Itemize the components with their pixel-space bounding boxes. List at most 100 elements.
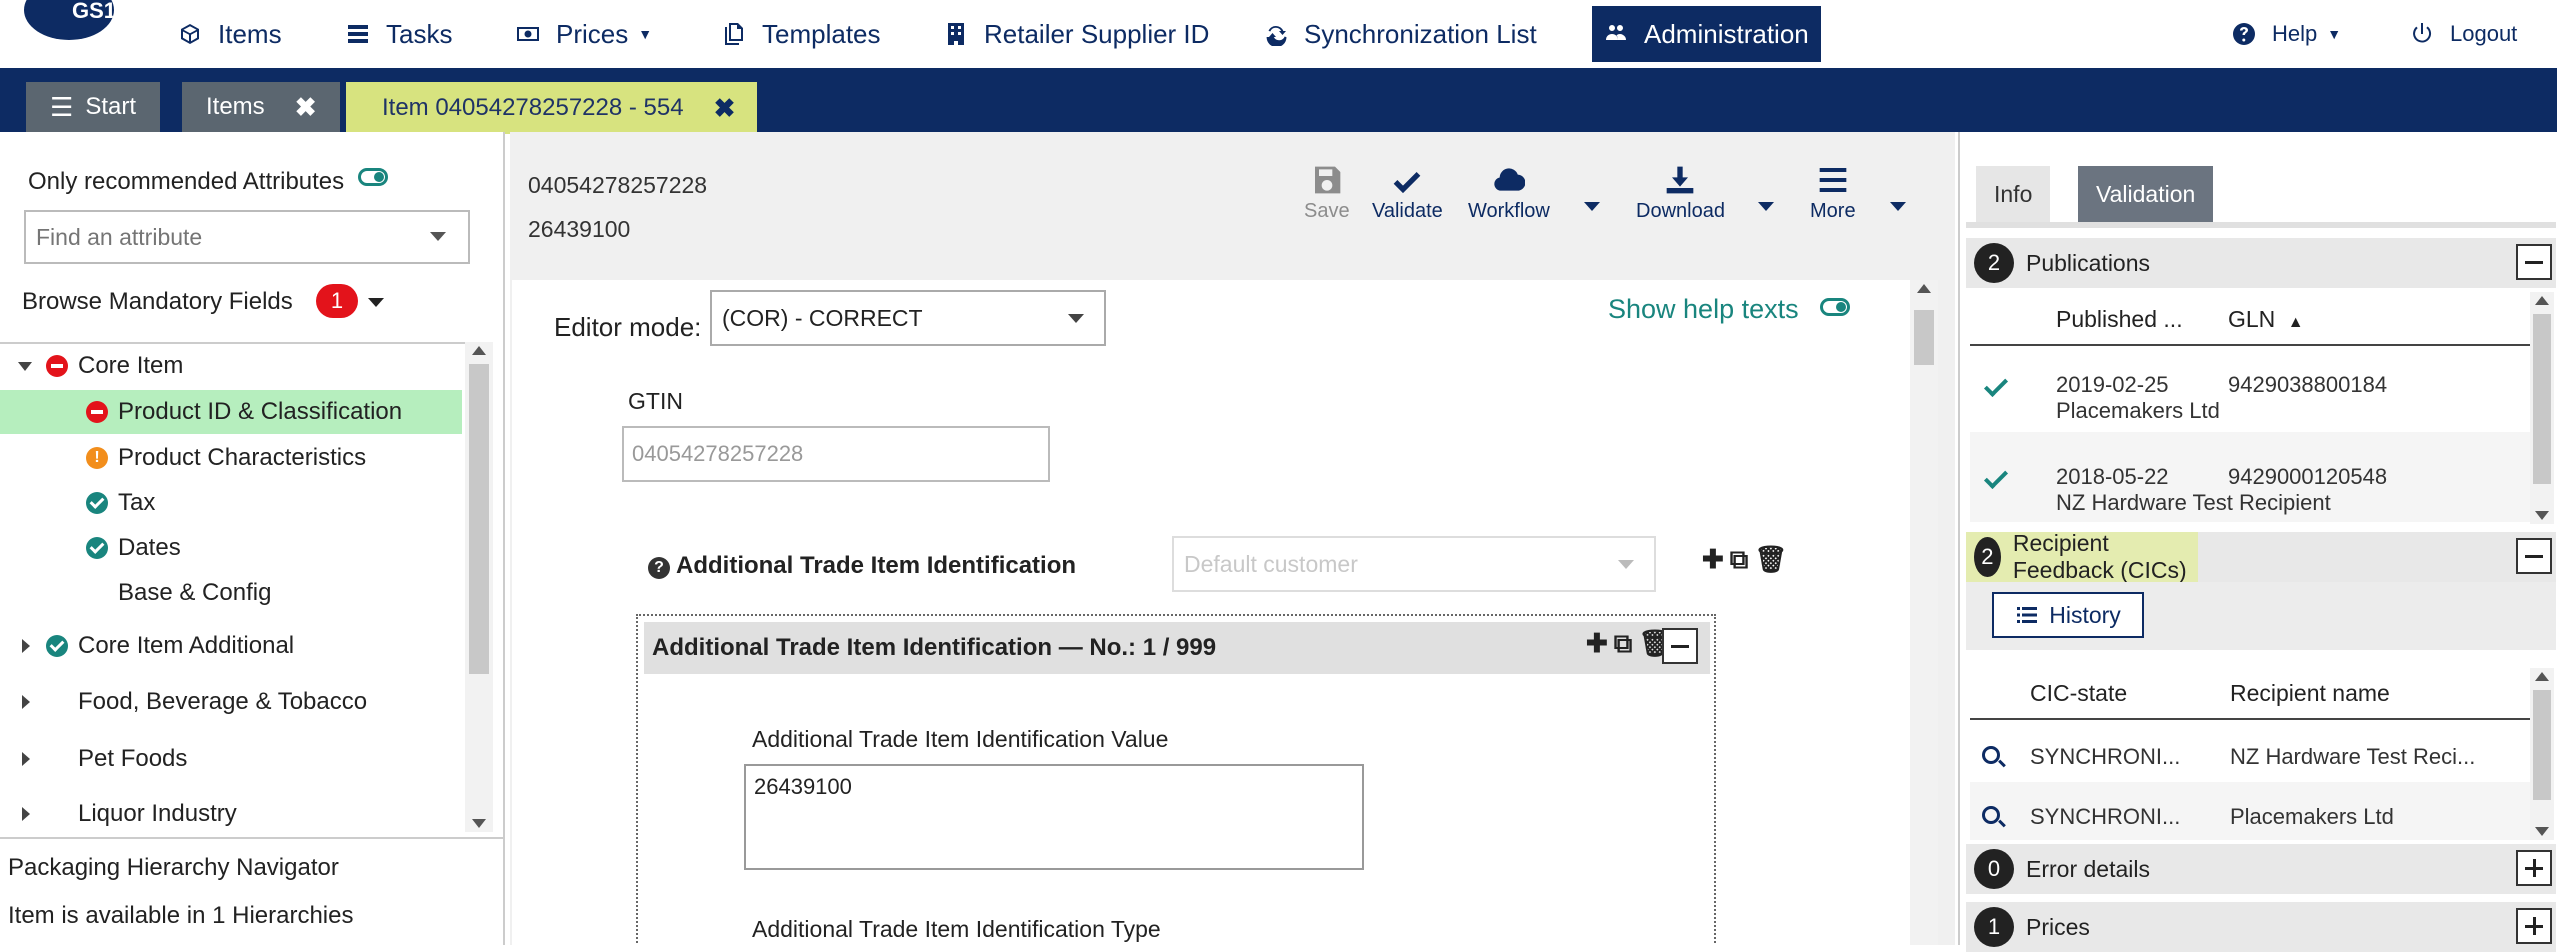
tree-item-tax[interactable]: Tax bbox=[0, 481, 462, 525]
recipient-feedback-header[interactable]: 2 Recipient Feedback (CICs) bbox=[1966, 530, 2198, 583]
tree-item-product-id-classification[interactable]: Product ID & Classification bbox=[0, 390, 462, 434]
scroll-up-icon[interactable] bbox=[2535, 296, 2549, 305]
close-icon[interactable]: ✖ bbox=[714, 93, 736, 124]
chevron-down-icon[interactable] bbox=[368, 298, 384, 307]
ati-value-field[interactable]: 26439100 bbox=[744, 764, 1364, 870]
tree-item-liquor-industry[interactable]: Liquor Industry bbox=[0, 792, 462, 832]
nav-help[interactable]: Help ▼ bbox=[2232, 8, 2341, 60]
zoom-icon[interactable] bbox=[1982, 806, 2000, 824]
download-icon bbox=[1667, 166, 1694, 194]
tree-item-dates[interactable]: Dates bbox=[0, 526, 462, 570]
section-bar bbox=[2198, 532, 2556, 582]
collapse-icon[interactable] bbox=[1662, 628, 1698, 664]
chevron-down-icon: ▼ bbox=[638, 26, 653, 42]
editor-scrollbar[interactable] bbox=[1910, 280, 1938, 945]
workflow-dropdown-icon[interactable] bbox=[1584, 202, 1600, 211]
workflow-button[interactable]: Workflow bbox=[1468, 164, 1550, 223]
scroll-down-icon[interactable] bbox=[2535, 827, 2549, 836]
save-button[interactable]: Save bbox=[1304, 164, 1350, 223]
question-icon[interactable]: ? bbox=[648, 557, 670, 579]
item-gtin: 04054278257228 bbox=[528, 172, 708, 198]
history-button[interactable]: History bbox=[1992, 592, 2144, 638]
scroll-thumb[interactable] bbox=[469, 364, 489, 674]
expand-icon[interactable] bbox=[2516, 908, 2552, 944]
more-button[interactable]: More bbox=[1810, 164, 1856, 223]
download-button[interactable]: Download bbox=[1636, 164, 1725, 223]
divider bbox=[1966, 222, 2556, 228]
chevron-down-icon bbox=[1618, 560, 1634, 569]
caret-down-icon[interactable] bbox=[18, 362, 32, 371]
scroll-up-icon[interactable] bbox=[2535, 672, 2549, 681]
plus-icon[interactable]: ✚ bbox=[1586, 628, 1614, 658]
close-icon[interactable]: ✖ bbox=[295, 92, 317, 123]
feedback-scrollbar[interactable] bbox=[2530, 668, 2554, 840]
divider bbox=[0, 837, 503, 839]
packaging-hierarchy-title[interactable]: Packaging Hierarchy Navigator bbox=[8, 854, 339, 882]
customer-select[interactable]: Default customer bbox=[1172, 536, 1656, 592]
copy-icon[interactable]: ⧉ bbox=[1614, 628, 1639, 658]
zoom-icon[interactable] bbox=[1982, 746, 2000, 764]
tree-item-food-beverage-tobacco[interactable]: Food, Beverage & Tobacco bbox=[0, 680, 462, 724]
nav-logout[interactable]: Logout bbox=[2410, 8, 2517, 60]
show-help-texts-label[interactable]: Show help texts bbox=[1608, 294, 1799, 325]
check-icon bbox=[1983, 372, 2009, 398]
copy-icon[interactable]: ⧉ bbox=[1730, 544, 1755, 574]
nav-retailer-supplier-id[interactable]: Retailer Supplier ID bbox=[944, 8, 1209, 60]
tab-info[interactable]: Info bbox=[1976, 166, 2051, 222]
validate-button[interactable]: Validate bbox=[1372, 164, 1443, 223]
nav-templates[interactable]: Templates bbox=[722, 8, 881, 60]
tab-items[interactable]: Items ✖ bbox=[182, 82, 341, 132]
plus-icon[interactable]: ✚ bbox=[1702, 544, 1730, 574]
nav-administration[interactable]: Administration bbox=[1592, 6, 1821, 62]
download-dropdown-icon[interactable] bbox=[1758, 202, 1774, 211]
ati-actions: ✚⧉🗑 bbox=[1702, 544, 1793, 576]
gtin-field[interactable]: 04054278257228 bbox=[622, 426, 1050, 482]
error-details-header[interactable]: 0 Error details bbox=[1966, 844, 2556, 894]
trash-icon[interactable]: 🗑 bbox=[1754, 544, 1793, 574]
scroll-thumb[interactable] bbox=[2533, 314, 2551, 484]
caret-right-icon[interactable] bbox=[22, 639, 30, 653]
tab-validation[interactable]: Validation bbox=[2078, 166, 2214, 222]
collapse-icon[interactable] bbox=[2516, 244, 2552, 280]
attribute-search-input[interactable] bbox=[24, 210, 470, 264]
tree-item-product-characteristics[interactable]: ! Product Characteristics bbox=[0, 436, 462, 480]
browse-mandatory-fields[interactable]: Browse Mandatory Fields bbox=[22, 288, 293, 316]
publications-scrollbar[interactable] bbox=[2530, 292, 2554, 524]
warning-status-icon: ! bbox=[86, 447, 108, 469]
scroll-up-icon[interactable] bbox=[472, 346, 486, 355]
tab-current-item[interactable]: Item 04054278257228 - 554 ✖ bbox=[346, 82, 758, 134]
tree-item-core-item-additional[interactable]: Core Item Additional bbox=[0, 624, 462, 668]
nav-prices[interactable]: Prices ▼ bbox=[516, 8, 652, 60]
nav-items[interactable]: Items bbox=[178, 8, 282, 60]
more-dropdown-icon[interactable] bbox=[1890, 202, 1906, 211]
nav-synchronization-list[interactable]: Synchronization List bbox=[1264, 8, 1537, 60]
tree-item-pet-foods[interactable]: Pet Foods bbox=[0, 737, 462, 781]
scroll-down-icon[interactable] bbox=[2535, 511, 2549, 520]
publications-header[interactable]: 2 Publications bbox=[1966, 238, 2556, 288]
expand-icon[interactable] bbox=[2516, 850, 2552, 886]
tree-item-core-item[interactable]: Core Item bbox=[0, 344, 462, 388]
tree-item-base-config[interactable]: Base & Config bbox=[0, 571, 462, 615]
caret-right-icon[interactable] bbox=[22, 807, 30, 821]
collapse-icon[interactable] bbox=[2516, 538, 2552, 574]
show-help-texts-toggle[interactable] bbox=[1820, 298, 1850, 316]
col-recipient-name[interactable]: Recipient name bbox=[2230, 680, 2390, 707]
recommended-attributes-toggle[interactable] bbox=[358, 168, 388, 186]
col-gln[interactable]: GLN ▲ bbox=[2228, 306, 2304, 333]
tree-scrollbar[interactable] bbox=[465, 342, 493, 832]
scroll-down-icon[interactable] bbox=[472, 819, 486, 828]
nav-tasks[interactable]: Tasks bbox=[346, 8, 452, 60]
caret-right-icon[interactable] bbox=[22, 695, 30, 709]
ati-group-box: Additional Trade Item Identification — N… bbox=[636, 614, 1716, 945]
caret-right-icon[interactable] bbox=[22, 752, 30, 766]
editor-mode-select[interactable]: (COR) - CORRECT bbox=[710, 290, 1106, 346]
top-navigation: GS1 Items Tasks Prices ▼ Templates Retai… bbox=[0, 0, 2557, 68]
gs1-logo[interactable]: GS1 bbox=[24, 0, 114, 40]
scroll-up-icon[interactable] bbox=[1917, 284, 1931, 293]
col-cic-state[interactable]: CIC-state bbox=[2030, 680, 2127, 707]
scroll-thumb[interactable] bbox=[1914, 310, 1934, 365]
scroll-thumb[interactable] bbox=[2533, 690, 2551, 800]
tab-start[interactable]: ☰ Start bbox=[26, 82, 160, 132]
col-published[interactable]: Published ... bbox=[2056, 306, 2183, 333]
chevron-down-icon[interactable] bbox=[430, 232, 446, 241]
